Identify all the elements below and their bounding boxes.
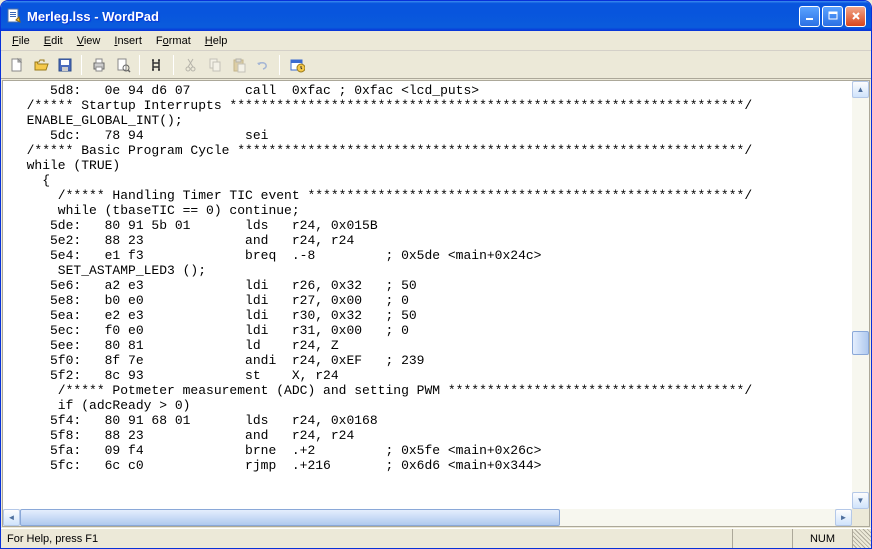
window-title: Merleg.lss - WordPad: [27, 9, 799, 24]
menu-file[interactable]: File: [5, 33, 37, 49]
app-icon: [6, 8, 22, 24]
open-button[interactable]: [29, 54, 52, 76]
copy-button[interactable]: [203, 54, 226, 76]
menu-bar: File Edit View Insert Format Help: [1, 31, 871, 51]
scroll-up-button[interactable]: ▲: [852, 81, 869, 98]
maximize-button[interactable]: [822, 6, 843, 27]
scroll-left-button[interactable]: ◄: [3, 509, 20, 526]
find-button[interactable]: [145, 54, 168, 76]
toolbar: [1, 51, 871, 79]
app-window: Merleg.lss - WordPad File Edit View Inse…: [0, 0, 872, 549]
title-bar[interactable]: Merleg.lss - WordPad: [1, 1, 871, 31]
close-button[interactable]: [845, 6, 866, 27]
print-button[interactable]: [87, 54, 110, 76]
status-help: For Help, press F1: [1, 529, 733, 548]
horizontal-scrollbar[interactable]: ◄ ►: [3, 509, 852, 526]
undo-button[interactable]: [251, 54, 274, 76]
scroll-thumb-h[interactable]: [20, 509, 560, 526]
scroll-thumb-v[interactable]: [852, 331, 869, 355]
minimize-button[interactable]: [799, 6, 820, 27]
scroll-down-button[interactable]: ▼: [852, 492, 869, 509]
print-preview-button[interactable]: [111, 54, 134, 76]
menu-edit[interactable]: Edit: [37, 33, 70, 49]
new-button[interactable]: [5, 54, 28, 76]
vertical-scrollbar[interactable]: ▲ ▼: [852, 81, 869, 509]
scroll-track-v[interactable]: [852, 98, 869, 492]
cut-button[interactable]: [179, 54, 202, 76]
save-button[interactable]: [53, 54, 76, 76]
menu-insert[interactable]: Insert: [107, 33, 149, 49]
scroll-track-h[interactable]: [20, 509, 835, 526]
resize-grip[interactable]: [853, 529, 871, 548]
menu-help[interactable]: Help: [198, 33, 235, 49]
document-area: 5d8: 0e 94 d6 07 call 0xfac ; 0xfac <lcd…: [2, 80, 870, 527]
menu-view[interactable]: View: [70, 33, 108, 49]
status-num: NUM: [793, 529, 853, 548]
status-blank: [733, 529, 793, 548]
scroll-corner: [852, 509, 869, 526]
status-bar: For Help, press F1 NUM: [1, 528, 871, 548]
paste-button[interactable]: [227, 54, 250, 76]
datetime-button[interactable]: [285, 54, 308, 76]
document-text[interactable]: 5d8: 0e 94 d6 07 call 0xfac ; 0xfac <lcd…: [3, 81, 869, 475]
scroll-right-button[interactable]: ►: [835, 509, 852, 526]
menu-format[interactable]: Format: [149, 33, 198, 49]
